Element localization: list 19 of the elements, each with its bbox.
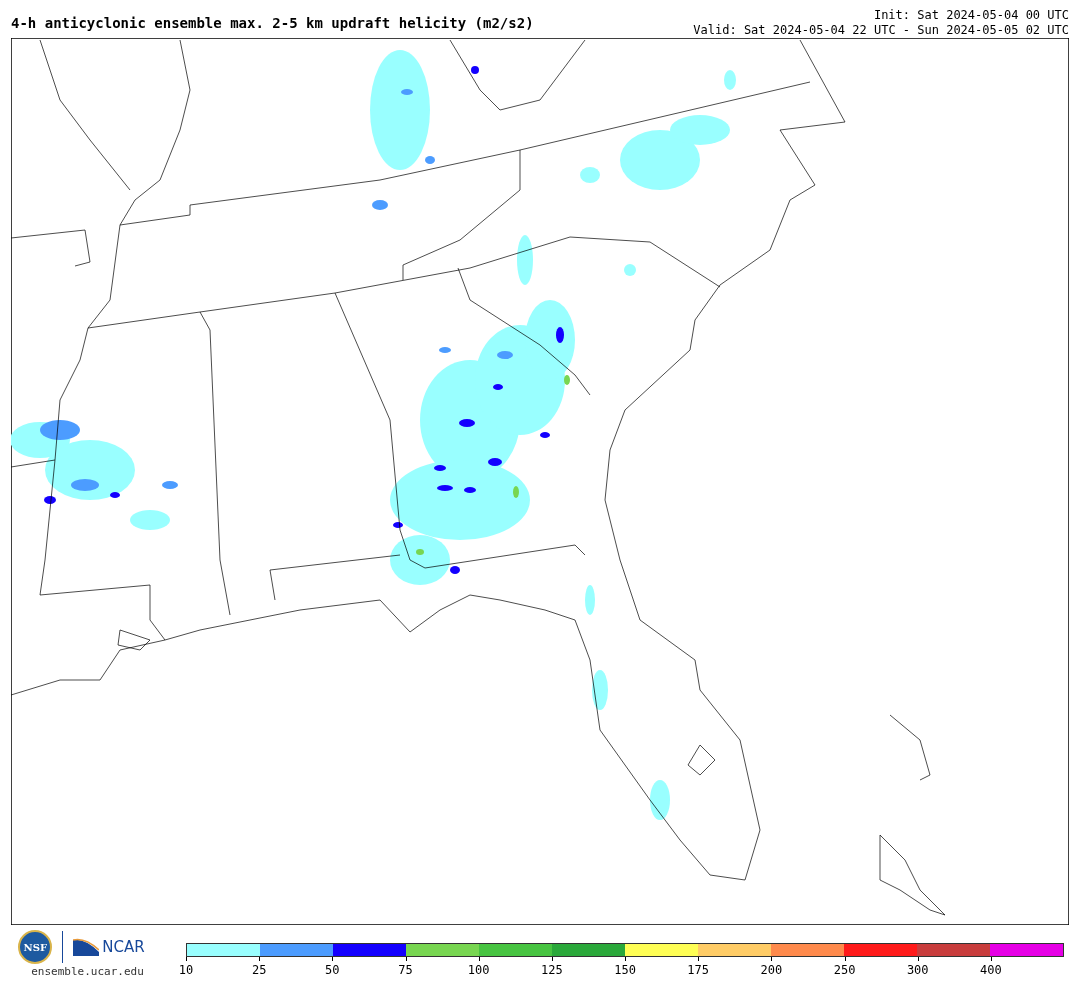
colorbar-label: 10 xyxy=(178,963,194,977)
valid-time: Valid: Sat 2024-05-04 22 UTC - Sun 2024-05-05 02 UTC xyxy=(693,23,1069,38)
colorbar-label: 400 xyxy=(980,963,1002,977)
swoosh-icon xyxy=(73,938,100,956)
init-time: Init: Sat 2024-05-04 00 UTC xyxy=(872,8,1069,23)
colorbar-label: 75 xyxy=(398,963,413,977)
nsf-logo: NSF xyxy=(18,930,53,964)
colorbar-label: 150 xyxy=(614,963,636,977)
colorbar-label: 200 xyxy=(760,963,783,977)
plot-title: 4-h anticyclonic ensemble max. 2-5 km updraft helicity (m2/s2) xyxy=(11,14,534,33)
colorbar-label: 100 xyxy=(467,963,490,977)
colorbar-label: 250 xyxy=(833,963,856,977)
colorbar-label: 300 xyxy=(906,963,929,977)
colorbar-label: 175 xyxy=(687,963,710,977)
colorbar-label: 25 xyxy=(251,963,267,977)
colorbar-label: 50 xyxy=(325,963,340,977)
ncar-logo-text: NCAR xyxy=(102,938,145,956)
colorbar-label: 125 xyxy=(541,963,563,977)
site-url: ensemble.ucar.edu xyxy=(31,965,144,978)
